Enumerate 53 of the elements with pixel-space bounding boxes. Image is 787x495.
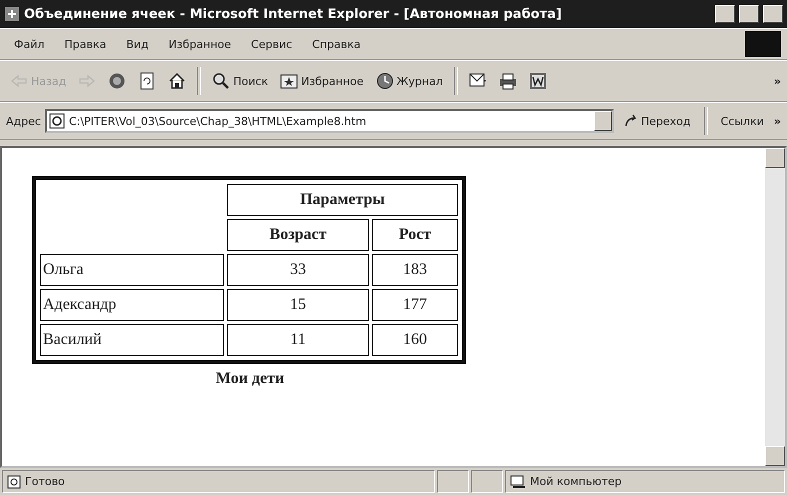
toolbar-overflow[interactable]: » [774, 74, 781, 88]
back-icon [10, 72, 28, 90]
menu-item[interactable]: Избранное [160, 36, 240, 52]
table-cell: 33 [227, 254, 369, 286]
status-pane [471, 470, 503, 493]
toolbar-button[interactable]: Журнал [372, 69, 447, 93]
column-header: Рост [372, 219, 458, 251]
address-label: Адрес [6, 114, 41, 128]
history-icon [376, 72, 394, 90]
menu-item[interactable]: Правка [56, 36, 114, 52]
menu-item[interactable]: Вид [118, 36, 157, 52]
favorites-icon [280, 72, 298, 90]
menu-item[interactable]: Справка [304, 36, 369, 52]
search-icon [212, 72, 230, 90]
table-cell: Ольга [40, 254, 224, 286]
maximize-button[interactable] [739, 5, 759, 23]
page-icon [48, 113, 65, 129]
menu-item[interactable]: Файл [6, 36, 52, 52]
address-field[interactable]: C:\PITER\Vol_03\Source\Chap_38\HTML\Example8.htm [44, 109, 614, 133]
close-button[interactable] [763, 5, 783, 23]
window-title: Объединение ячеек - Microsoft Internet Explorer - [Автономная работа] [24, 6, 563, 22]
zone-status: Мой компьютер [505, 470, 785, 493]
forward-icon [78, 72, 96, 90]
dropdown-button[interactable] [594, 111, 612, 131]
stop-icon [108, 72, 126, 90]
table-cell: 11 [227, 324, 369, 356]
table-cell: 183 [372, 254, 458, 286]
browser-icon [4, 6, 20, 22]
column-header: Возраст [227, 219, 369, 251]
table-cell: 15 [227, 289, 369, 321]
page-icon [7, 474, 21, 488]
menu-item[interactable]: Сервис [243, 36, 300, 52]
toolbar-button[interactable]: Поиск [208, 69, 272, 93]
table-cell: Адександр [40, 289, 224, 321]
status-text: Готово [2, 470, 435, 493]
toolbar-button[interactable]: Избранное [276, 69, 368, 93]
column-group-header: Параметры [227, 184, 458, 216]
table-caption: Мои дети [214, 369, 286, 388]
scrollbar[interactable] [765, 148, 785, 466]
table-cell: 177 [372, 289, 458, 321]
minimize-button[interactable] [715, 5, 735, 23]
table-cell: 160 [372, 324, 458, 356]
status-pane [437, 470, 469, 493]
table-cell: Василий [40, 324, 224, 356]
links-button[interactable]: Ссылки [714, 112, 770, 130]
refresh-icon [138, 72, 156, 90]
computer-icon [510, 474, 526, 488]
go-button[interactable]: Переход [618, 112, 697, 130]
print-icon [498, 72, 517, 90]
home-icon [168, 72, 186, 90]
links-overflow[interactable]: » [774, 114, 781, 128]
edit-icon [528, 72, 547, 90]
arrow-icon [624, 114, 638, 128]
